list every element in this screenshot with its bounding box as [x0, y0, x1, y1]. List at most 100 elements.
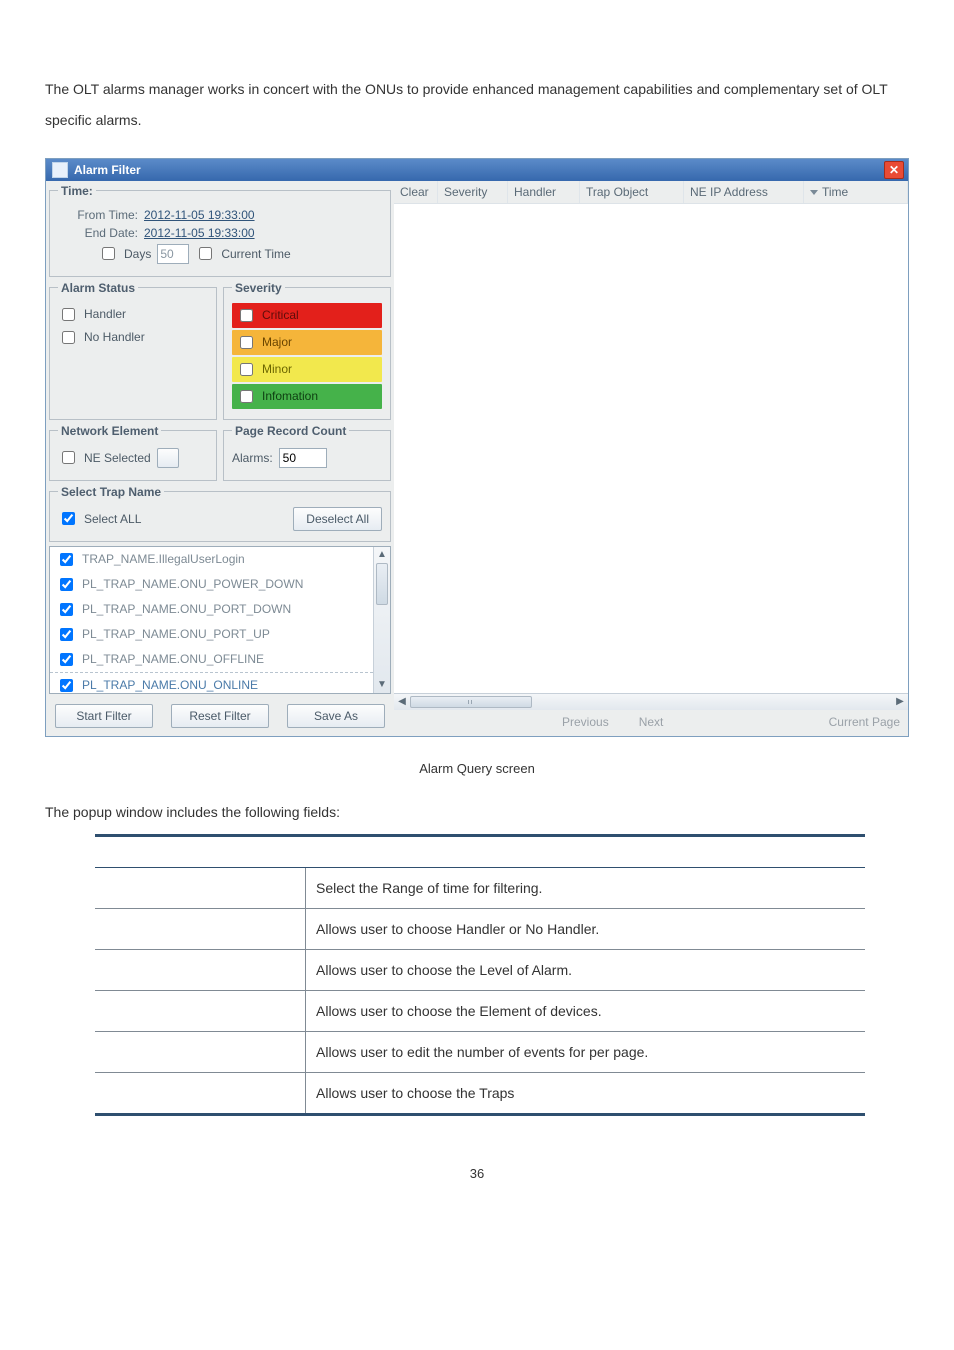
select-all-label: Select ALL — [84, 512, 141, 526]
trap-item: PL_TRAP_NAME.ONU_ONLINE — [50, 672, 373, 693]
from-time-value[interactable]: 2012-11-05 19:33:00 — [144, 208, 255, 222]
cell-key — [95, 908, 306, 949]
trap-scrollbar[interactable]: ▲ ▼ — [373, 547, 390, 693]
intro-text: The OLT alarms manager works in concert … — [45, 74, 909, 136]
table-row: Allows user to choose the Level of Alarm… — [95, 949, 865, 990]
severity-group: Severity Critical Major Minor Infomation — [223, 281, 391, 420]
start-filter-button[interactable]: Start Filter — [55, 704, 153, 728]
trap-item-checkbox[interactable] — [60, 653, 73, 666]
no-handler-checkbox[interactable] — [62, 331, 75, 344]
table-row: Allows user to choose the Element of dev… — [95, 990, 865, 1031]
dialog-icon — [52, 162, 68, 178]
col-ne-ip[interactable]: NE IP Address — [684, 181, 804, 203]
trap-list: TRAP_NAME.IllegalUserLogin PL_TRAP_NAME.… — [49, 546, 391, 694]
trap-item: PL_TRAP_NAME.ONU_OFFLINE — [50, 647, 373, 672]
trap-item: PL_TRAP_NAME.ONU_PORT_DOWN — [50, 597, 373, 622]
pager-previous[interactable]: Previous — [562, 715, 609, 729]
current-time-label: Current Time — [221, 247, 290, 261]
cell-key — [95, 1031, 306, 1072]
hscroll-thumb[interactable] — [410, 696, 532, 708]
scroll-thumb[interactable] — [376, 563, 388, 605]
sev-critical-checkbox[interactable] — [240, 309, 253, 322]
lead-text: The popup window includes the following … — [45, 804, 909, 820]
days-label: Days — [124, 247, 151, 261]
days-checkbox[interactable] — [102, 247, 115, 260]
table-row: Allows user to choose the Traps — [95, 1072, 865, 1114]
cell-key — [95, 1072, 306, 1114]
alarms-label: Alarms: — [232, 451, 273, 465]
figure-caption: Alarm Query screen — [45, 761, 909, 776]
trap-item-label: PL_TRAP_NAME.ONU_PORT_DOWN — [82, 602, 291, 616]
end-date-label: End Date: — [58, 226, 138, 240]
trap-item-label: PL_TRAP_NAME.ONU_ONLINE — [82, 678, 258, 692]
cell-val: Allows user to edit the number of events… — [306, 1031, 866, 1072]
current-time-checkbox[interactable] — [199, 247, 212, 260]
col-severity[interactable]: Severity — [438, 181, 508, 203]
trap-item-checkbox[interactable] — [60, 628, 73, 641]
page-number: 36 — [45, 1166, 909, 1181]
alarms-input[interactable] — [279, 448, 327, 468]
scroll-up-icon[interactable]: ▲ — [374, 547, 390, 563]
trap-item-checkbox[interactable] — [60, 553, 73, 566]
trap-item-checkbox[interactable] — [60, 603, 73, 616]
sev-major-checkbox[interactable] — [240, 336, 253, 349]
sev-info-checkbox[interactable] — [240, 390, 253, 403]
time-legend: Time: — [58, 184, 96, 198]
table-row: Allows user to edit the number of events… — [95, 1031, 865, 1072]
network-element-group: Network Element NE Selected — [49, 424, 217, 481]
alarm-status-group: Alarm Status Handler No Handler — [49, 281, 217, 420]
dialog-titlebar[interactable]: Alarm Filter ✕ — [46, 159, 908, 181]
fields-table: Select the Range of time for filtering. … — [95, 834, 865, 1116]
pager-next[interactable]: Next — [639, 715, 664, 729]
sev-critical-label: Critical — [262, 308, 299, 322]
scroll-down-icon[interactable]: ▼ — [374, 677, 390, 693]
trap-item: PL_TRAP_NAME.ONU_POWER_DOWN — [50, 572, 373, 597]
col-time[interactable]: Time — [804, 181, 908, 203]
sev-minor-checkbox[interactable] — [240, 363, 253, 376]
cell-val: Select the Range of time for filtering. — [306, 867, 866, 908]
col-time-label: Time — [822, 185, 848, 199]
horizontal-scrollbar[interactable]: ◀ ▶ — [394, 693, 908, 710]
page-record-group: Page Record Count Alarms: — [223, 424, 391, 481]
page-record-legend: Page Record Count — [232, 424, 349, 438]
days-input[interactable] — [157, 244, 189, 264]
save-as-button[interactable]: Save As — [287, 704, 385, 728]
select-all-checkbox[interactable] — [62, 512, 75, 525]
trap-item: TRAP_NAME.IllegalUserLogin — [50, 547, 373, 572]
trap-item-checkbox[interactable] — [60, 679, 73, 692]
trap-item-label: PL_TRAP_NAME.ONU_OFFLINE — [82, 652, 264, 666]
ne-selected-label: NE Selected — [84, 451, 151, 465]
col-trap-object[interactable]: Trap Object — [580, 181, 684, 203]
close-icon[interactable]: ✕ — [884, 161, 904, 179]
col-clear[interactable]: Clear — [394, 181, 438, 203]
sev-major-label: Major — [262, 335, 292, 349]
alarm-filter-dialog: Alarm Filter ✕ Time: From Time: 2012-11-… — [45, 158, 909, 737]
select-trap-legend: Select Trap Name — [58, 485, 164, 499]
scroll-right-icon[interactable]: ▶ — [892, 694, 908, 710]
cell-val: Allows user to choose the Traps — [306, 1072, 866, 1114]
handler-checkbox[interactable] — [62, 308, 75, 321]
sev-info-label: Infomation — [262, 389, 318, 403]
ne-select-button[interactable] — [157, 448, 179, 468]
cell-key — [95, 949, 306, 990]
table-row: Allows user to choose Handler or No Hand… — [95, 908, 865, 949]
cell-key — [95, 990, 306, 1031]
cell-val: Allows user to choose the Level of Alarm… — [306, 949, 866, 990]
ne-selected-checkbox[interactable] — [62, 451, 75, 464]
col-handler[interactable]: Handler — [508, 181, 580, 203]
pager-current[interactable]: Current Page — [829, 715, 900, 729]
select-trap-group: Select Trap Name Select ALL Deselect All — [49, 485, 391, 542]
cell-key — [95, 867, 306, 908]
scroll-left-icon[interactable]: ◀ — [394, 694, 410, 710]
sort-desc-icon — [810, 190, 818, 195]
severity-legend: Severity — [232, 281, 285, 295]
deselect-all-button[interactable]: Deselect All — [293, 507, 382, 531]
table-body — [394, 204, 908, 693]
table-header: Clear Severity Handler Trap Object NE IP… — [394, 181, 908, 204]
end-date-value[interactable]: 2012-11-05 19:33:00 — [144, 226, 255, 240]
sev-minor-label: Minor — [262, 362, 292, 376]
cell-val: Allows user to choose the Element of dev… — [306, 990, 866, 1031]
alarm-status-legend: Alarm Status — [58, 281, 138, 295]
reset-filter-button[interactable]: Reset Filter — [171, 704, 269, 728]
trap-item-checkbox[interactable] — [60, 578, 73, 591]
